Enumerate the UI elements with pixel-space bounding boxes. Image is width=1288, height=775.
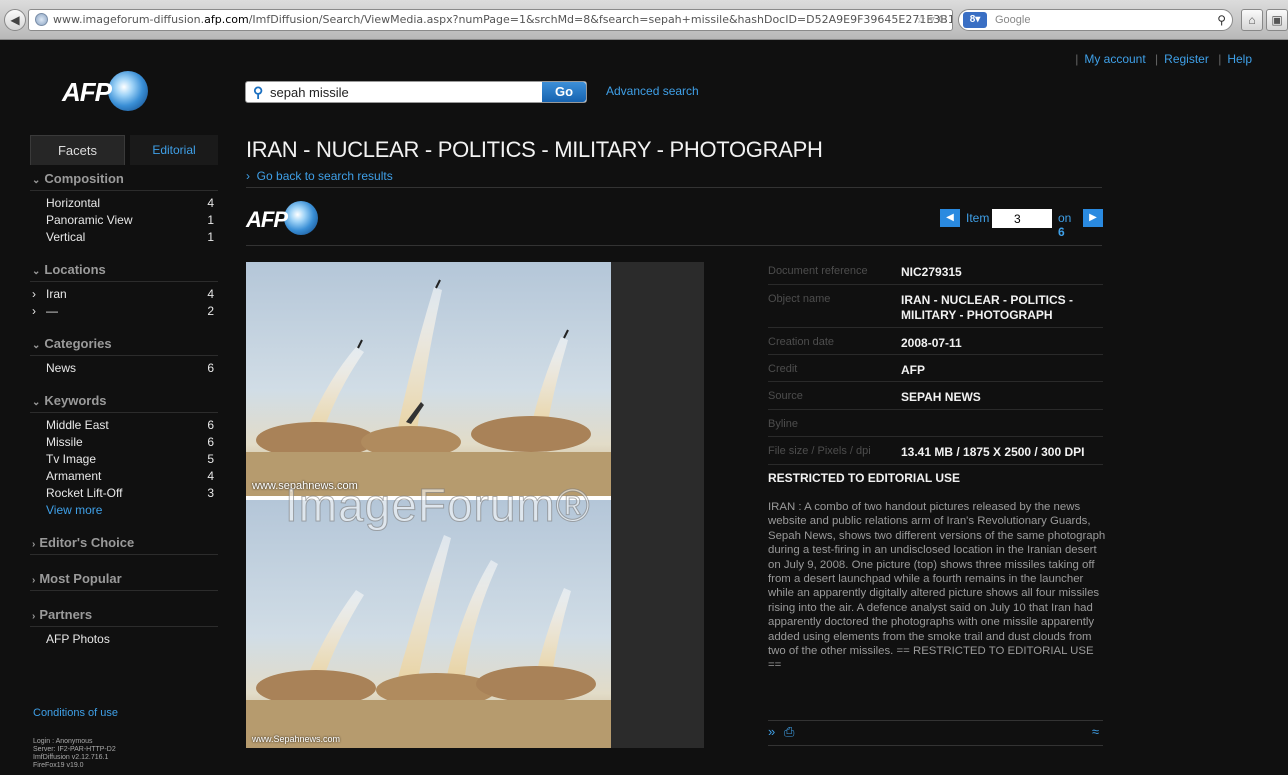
chevron-right-icon: ›: [246, 169, 257, 183]
go-button[interactable]: Go: [542, 82, 586, 102]
advanced-search-link[interactable]: Advanced search: [606, 84, 699, 98]
sidebar: Facets Editorial ⌄ Composition Horizontal…: [30, 135, 218, 658]
tab-editorial[interactable]: Editorial: [130, 135, 218, 165]
search-icon[interactable]: ⚲: [1217, 10, 1226, 30]
photo-top[interactable]: www.sepahnews.com: [246, 262, 611, 496]
globe-icon: [35, 13, 48, 26]
facet-item-unspecified[interactable]: › —2: [30, 303, 218, 320]
imageforum-watermark: ImageForum®: [285, 479, 591, 532]
search-icon: ⚲: [253, 84, 264, 100]
divider: [246, 187, 1102, 188]
metadata-table: Document reference NIC279315 Object name I…: [768, 257, 1103, 465]
metadata-row: File size / Pixels / dpi 13.41 MB / 1875 …: [768, 437, 1103, 465]
facet-partners-header[interactable]: › Partners: [30, 601, 218, 627]
my-account-link[interactable]: My account: [1084, 52, 1145, 66]
facet-item-iran[interactable]: › Iran 4: [30, 286, 218, 303]
metadata-row: Document reference NIC279315: [768, 257, 1103, 285]
wave-icon[interactable]: ≈: [1092, 724, 1099, 739]
print-icon[interactable]: ⎙: [784, 724, 794, 740]
facet-most-popular-header[interactable]: › Most Popular: [30, 565, 218, 591]
prev-arrow-icon[interactable]: ◀: [940, 209, 960, 227]
chevron-down-icon: ⌄: [32, 397, 41, 408]
home-icon[interactable]: ⌂: [1241, 9, 1263, 31]
url-prefix: www.imageforum-diffusion.: [53, 13, 205, 26]
register-link[interactable]: Register: [1164, 52, 1209, 66]
facet-item-rocket-lift-off[interactable]: Rocket Lift-Off 3: [30, 485, 218, 502]
pager-item-input[interactable]: [992, 209, 1052, 228]
chevron-down-icon: ⌄: [32, 340, 41, 351]
facet-locations-header[interactable]: ⌄ Locations: [30, 256, 218, 282]
chevron-down-icon: ⌄: [32, 175, 41, 186]
search-input[interactable]: [270, 82, 540, 102]
photo-tools-bar: » ⎙ ≈: [768, 720, 1103, 746]
server-info-line: ImfDiffusion v2.12.716.1: [33, 754, 109, 761]
extension-icon[interactable]: ▣: [1266, 9, 1288, 31]
browser-toolbar: ◀ www.imageforum-diffusion.afp.com/ImfDi…: [0, 0, 1288, 40]
address-bar[interactable]: www.imageforum-diffusion.afp.com/ImfDiff…: [28, 9, 953, 31]
metadata-row: Credit AFP: [768, 355, 1103, 382]
next-arrow-icon[interactable]: ▶: [1083, 209, 1103, 227]
facet-editors-choice-header[interactable]: › Editor's Choice: [30, 529, 218, 555]
google-logo-icon: 8▾: [963, 12, 987, 28]
facet-composition: ⌄ Composition Horizontal 4 Panoramic View 1…: [30, 165, 218, 246]
metadata-row: Object name IRAN - NUCLEAR - POLITICS - M…: [768, 285, 1103, 328]
photo-caption: IRAN : A combo of two handout pictures r…: [768, 501, 1106, 672]
url-domain: afp.com: [204, 13, 249, 26]
sidebar-tabs: Facets Editorial: [30, 135, 218, 165]
chevron-right-icon: ›: [32, 539, 36, 550]
facet-item-armament[interactable]: Armament 4: [30, 468, 218, 485]
tab-facets[interactable]: Facets: [30, 135, 125, 165]
facet-item-news[interactable]: News 6: [30, 360, 218, 377]
expand-down-icon[interactable]: »: [768, 724, 775, 739]
url-path: /ImfDiffusion/Search/ViewMedia.aspx?numP…: [248, 13, 952, 26]
facet-editors-choice: › Editor's Choice: [30, 529, 218, 555]
facet-locations: ⌄ Locations › Iran 4 › —2: [30, 256, 218, 320]
back-to-results-link[interactable]: › Go back to search results: [246, 169, 393, 183]
chevron-down-icon: ⌄: [32, 266, 41, 277]
server-info-line: Server: IF2-PAR-HTTP-D2: [33, 746, 116, 753]
facet-categories-header[interactable]: ⌄ Categories: [30, 330, 218, 356]
metadata-row: Byline: [768, 410, 1103, 437]
page-title: IRAN - NUCLEAR - POLITICS - MILITARY - P…: [246, 137, 823, 162]
server-info-line: Login : Anonymous: [33, 738, 93, 745]
facet-item-tv-image[interactable]: Tv Image 5: [30, 451, 218, 468]
server-info-line: FireFox19 v19.0: [33, 762, 84, 769]
chevron-right-icon: ›: [32, 575, 36, 586]
chevron-right-icon: ›: [32, 304, 36, 318]
bookmark-star-icon[interactable]: ☆ ▿ C: [916, 10, 946, 30]
back-arrow-icon[interactable]: ◀: [4, 9, 26, 31]
facet-item-panoramic-view[interactable]: Panoramic View 1: [30, 212, 218, 229]
view-more-link[interactable]: View more: [30, 502, 218, 519]
server-info: Login : Anonymous Server: IF2-PAR-HTTP-D…: [33, 738, 116, 770]
account-links: | My account | Register | Help: [1075, 52, 1252, 66]
facet-keywords: ⌄ Keywords Middle East 6 Missile 6 Tv Image…: [30, 387, 218, 519]
facet-partners: › Partners AFP Photos: [30, 601, 218, 648]
browser-search-field[interactable]: 8▾ Google ⚲: [958, 9, 1233, 31]
facet-most-popular: › Most Popular: [30, 565, 218, 591]
chevron-right-icon: ›: [32, 287, 36, 301]
afp-small-logo: AFP: [246, 201, 318, 235]
restriction-notice: RESTRICTED TO EDITORIAL USE: [768, 471, 961, 485]
browser-search-placeholder: Google: [995, 14, 1031, 26]
metadata-row: Creation date 2008-07-11: [768, 328, 1103, 355]
facet-item-missile[interactable]: Missile 6: [30, 434, 218, 451]
afp-logo[interactable]: AFP: [62, 71, 148, 111]
photo-bottom[interactable]: www.Sepahnews.com: [246, 500, 611, 748]
divider: [246, 245, 1102, 246]
photo-watermark-bottom: www.Sepahnews.com: [252, 734, 341, 744]
chevron-right-icon: ›: [32, 611, 36, 622]
pager-on-label: on 6: [1058, 211, 1072, 239]
facet-item-vertical[interactable]: Vertical 1: [30, 229, 218, 246]
conditions-of-use-link[interactable]: Conditions of use: [33, 707, 118, 719]
metadata-row: Source SEPAH NEWS: [768, 382, 1103, 410]
facet-composition-header[interactable]: ⌄ Composition: [30, 165, 218, 191]
search-box: ⚲ Go: [245, 81, 587, 103]
facet-item-horizontal[interactable]: Horizontal 4: [30, 195, 218, 212]
facet-keywords-header[interactable]: ⌄ Keywords: [30, 387, 218, 413]
facet-item-middle-east[interactable]: Middle East 6: [30, 417, 218, 434]
pager-item-label: Item: [966, 211, 990, 225]
help-link[interactable]: Help: [1227, 52, 1252, 66]
facet-categories: ⌄ Categories News 6: [30, 330, 218, 377]
facet-item-afp-photos[interactable]: AFP Photos: [30, 631, 218, 648]
